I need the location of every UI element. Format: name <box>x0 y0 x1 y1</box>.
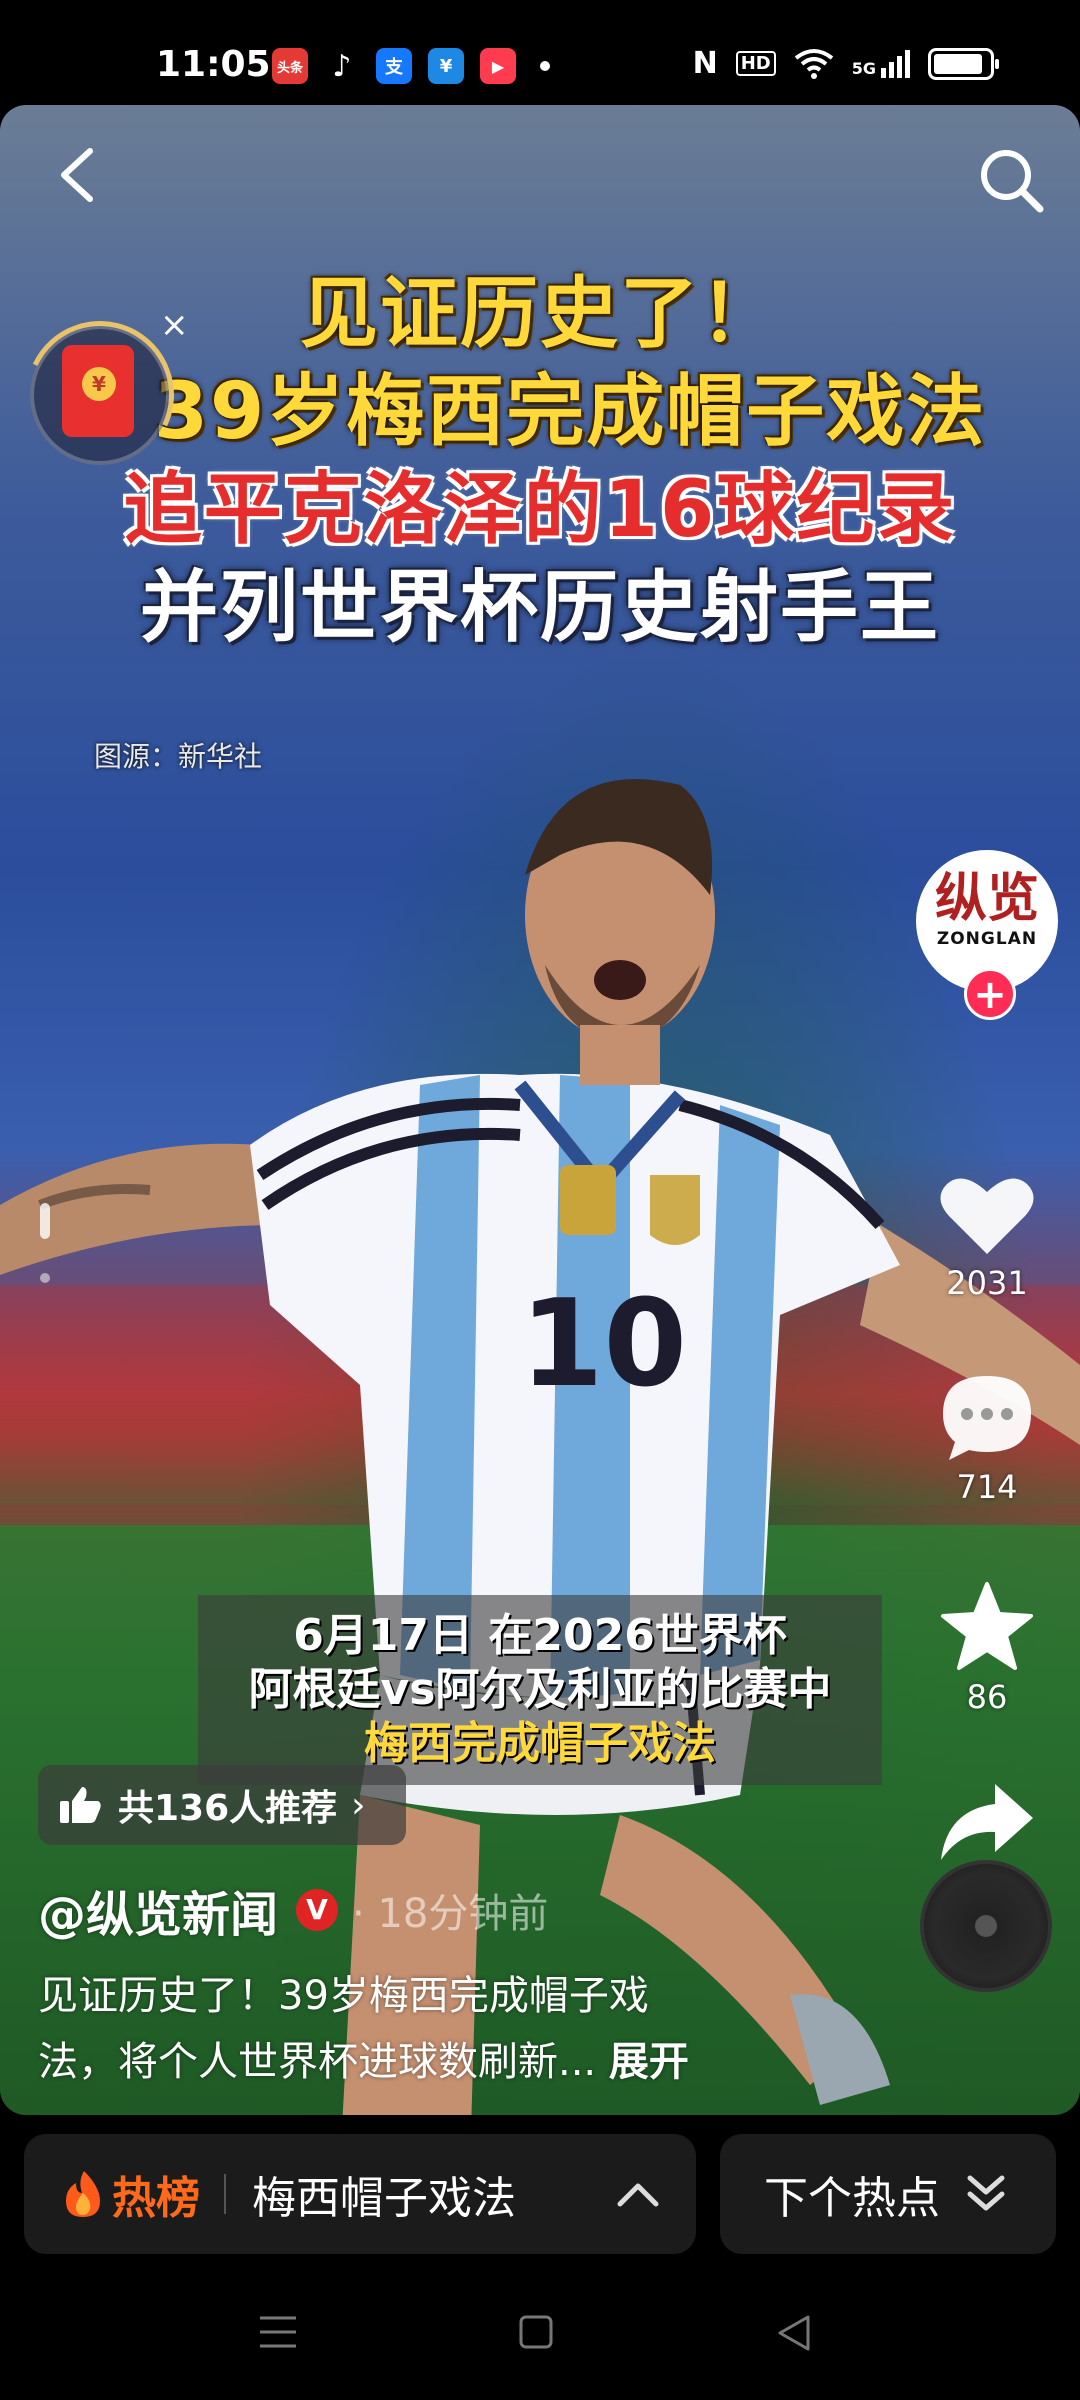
alipay-icon: 支 <box>376 48 412 84</box>
comment-count: 714 <box>956 1468 1018 1506</box>
share-arrow-icon <box>941 1784 1033 1860</box>
nfc-icon: N <box>692 46 718 81</box>
description-line-1: 见证历史了！39岁梅西完成帽子戏 <box>38 1973 649 2019</box>
caption-line-2: 阿根廷vs阿尔及利亚的比赛中 <box>248 1664 832 1715</box>
notification-icons: 头条 ♪ 支 ¥ ▶ <box>272 48 550 84</box>
hot-topic-bar[interactable]: 热榜 梅西帽子戏法 <box>24 2134 696 2254</box>
verified-badge-icon: V <box>296 1889 339 1931</box>
recent-apps-button[interactable] <box>258 2314 298 2350</box>
expand-button[interactable]: 展开 <box>609 2039 689 2085</box>
flame-icon <box>66 2171 100 2217</box>
recommend-chip[interactable]: 共136人推荐 › <box>38 1765 406 1845</box>
music-disc-icon[interactable] <box>920 1860 1052 1992</box>
avatar-logo-text: 纵览 <box>934 868 1039 929</box>
headline-line-3: 追平克洛泽的16球纪录 <box>123 465 957 555</box>
video-app-icon: ▶ <box>480 48 516 84</box>
post-time: · 18分钟前 <box>352 1891 549 1937</box>
toutiao-icon: 头条 <box>272 48 308 84</box>
comment-button[interactable]: 714 <box>912 1372 1062 1506</box>
hot-topic-title: 梅西帽子戏法 <box>252 2173 516 2224</box>
caption-line-1: 6月17日 在2026世界杯 <box>293 1610 787 1661</box>
battery-icon <box>928 47 999 80</box>
status-time: 11:05 <box>156 44 271 85</box>
wifi-icon <box>794 48 833 79</box>
chevron-up-icon[interactable] <box>616 2180 660 2208</box>
heart-icon <box>940 1178 1034 1254</box>
comment-icon <box>943 1376 1031 1460</box>
back-nav-button[interactable] <box>776 2314 812 2352</box>
search-button[interactable] <box>976 145 1046 215</box>
video-description[interactable]: 见证历史了！39岁梅西完成帽子戏 法，将个人世界杯进球数刷新... 展开 <box>38 1963 798 2095</box>
avatar-logo-subtext: ZONGLAN <box>936 929 1038 949</box>
taobao-icon: ¥ <box>428 48 464 84</box>
thumbs-up-icon <box>60 1787 101 1823</box>
hd-icon: HD <box>735 51 776 76</box>
star-icon <box>941 1582 1033 1670</box>
more-notifications-dot <box>540 61 550 71</box>
back-button[interactable] <box>50 145 110 205</box>
like-button[interactable]: 2031 <box>912 1172 1062 1302</box>
tiktok-icon: ♪ <box>324 48 360 84</box>
author-line: @纵览新闻 V · 18分钟前 <box>38 1875 548 1945</box>
headline-line-4: 并列世界杯历史射手王 <box>139 563 940 653</box>
system-nav-bar <box>0 2270 1080 2400</box>
red-envelope-coin: ¥ <box>82 367 116 401</box>
divider <box>224 2174 226 2214</box>
favorite-count: 86 <box>966 1678 1008 1716</box>
next-hot-button[interactable]: 下个热点 <box>720 2134 1056 2254</box>
hot-list-label: 热榜 <box>112 2173 200 2224</box>
author-name[interactable]: @纵览新闻 <box>38 1875 278 1945</box>
home-button[interactable] <box>518 2314 554 2350</box>
image-source-credit: 图源：新华社 <box>94 740 263 773</box>
system-icons: N HD 5G <box>692 46 999 81</box>
scroll-indicator <box>40 1203 52 1283</box>
video-caption-overlay: 6月17日 在2026世界杯 阿根廷vs阿尔及利亚的比赛中 梅西完成帽子戏法 <box>198 1595 882 1785</box>
network-type: 5G <box>851 58 876 78</box>
follow-button[interactable]: + <box>964 968 1016 1020</box>
caption-line-3: 梅西完成帽子戏法 <box>364 1718 716 1769</box>
chevron-right-icon: › <box>351 1784 366 1826</box>
description-line-2: 法，将个人世界杯进球数刷新... <box>38 2039 597 2085</box>
double-chevron-down-icon <box>967 2175 1005 2211</box>
favorite-button[interactable]: 86 <box>912 1580 1062 1716</box>
svg-text:10: 10 <box>520 1275 687 1414</box>
status-bar: 11:05 头条 ♪ 支 ¥ ▶ N HD 5G <box>0 0 1080 105</box>
like-count: 2031 <box>946 1264 1028 1302</box>
next-hot-label: 下个热点 <box>764 2173 940 2224</box>
recommend-count: 共136人推荐 <box>118 1788 338 1829</box>
red-envelope-close-button[interactable]: × <box>160 305 189 345</box>
signal-icon: 5G <box>851 49 910 78</box>
